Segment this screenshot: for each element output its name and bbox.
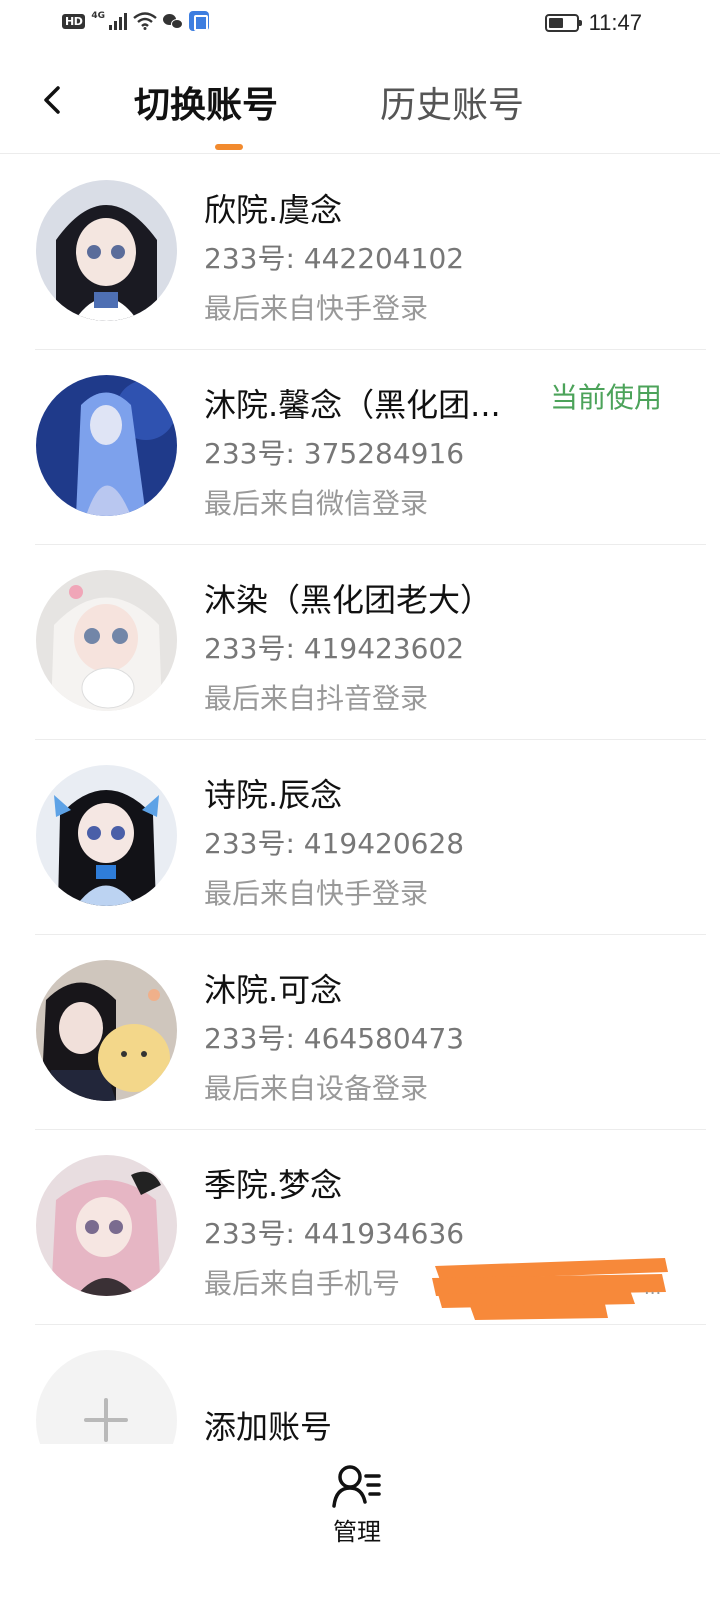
current-account-badge: 当前使用 bbox=[550, 381, 663, 414]
manage-button[interactable]: 管理 bbox=[312, 1464, 402, 1554]
avatar bbox=[36, 375, 177, 516]
account-id: 233号: 441934636 bbox=[204, 1217, 465, 1250]
wechat-notification-icon bbox=[163, 13, 183, 29]
redaction-ellipsis: ... bbox=[644, 1278, 661, 1299]
last-login-source: 最后来自快手登录 bbox=[204, 292, 429, 325]
tab-switch-account[interactable]: 切换账号 bbox=[134, 76, 278, 128]
last-login-source: 最后来自抖音登录 bbox=[204, 682, 429, 715]
avatar bbox=[36, 765, 177, 906]
add-account-label: 添加账号 bbox=[204, 1408, 333, 1446]
chevron-left-icon bbox=[44, 86, 60, 114]
last-login-source: 最后来自快手登录 bbox=[204, 877, 429, 910]
account-name: 诗院.辰念 bbox=[204, 776, 343, 814]
wifi-icon bbox=[133, 12, 157, 30]
plus-icon bbox=[84, 1398, 128, 1442]
account-row[interactable]: 欣院.虞念 233号: 442204102 最后来自快手登录 bbox=[0, 155, 720, 350]
manage-label: 管理 bbox=[333, 1518, 381, 1546]
user-manage-icon bbox=[332, 1465, 381, 1508]
redaction-scribble: ... bbox=[432, 1258, 668, 1320]
avatar bbox=[36, 180, 177, 321]
clock: 11:47 bbox=[588, 10, 642, 35]
app-notification-icon bbox=[189, 11, 209, 31]
status-icons-right: 11:47 bbox=[544, 10, 642, 36]
add-account-row[interactable]: 添加账号 bbox=[0, 1325, 720, 1491]
account-name: 沐院.可念 bbox=[204, 971, 343, 1009]
account-id: 233号: 419420628 bbox=[204, 827, 465, 860]
account-id: 233号: 442204102 bbox=[204, 242, 465, 275]
account-list: 欣院.虞念 233号: 442204102 最后来自快手登录 沐院.馨念（黑化团… bbox=[0, 155, 720, 1325]
avatar bbox=[36, 570, 177, 711]
account-name: 沐染（黑化团老大） bbox=[204, 581, 493, 619]
back-button[interactable] bbox=[36, 78, 70, 122]
account-id: 233号: 419423602 bbox=[204, 632, 465, 665]
last-login-source: 最后来自手机号 bbox=[204, 1267, 401, 1300]
avatar bbox=[36, 960, 177, 1101]
account-row[interactable]: 沐院.可念 233号: 464580473 最后来自设备登录 bbox=[0, 935, 720, 1130]
last-login-source: 最后来自微信登录 bbox=[204, 487, 429, 520]
account-name: 季院.梦念 bbox=[204, 1166, 343, 1204]
cellular-signal-icon: 4G bbox=[91, 12, 127, 30]
bottom-bar: 管理 bbox=[0, 1444, 720, 1600]
status-icons-left: HD 4G bbox=[62, 11, 209, 31]
header: 切换账号 历史账号 bbox=[0, 48, 720, 154]
account-name: 欣院.虞念 bbox=[204, 191, 343, 229]
hd-voice-icon: HD bbox=[62, 13, 86, 29]
account-row[interactable]: 诗院.辰念 233号: 419420628 最后来自快手登录 bbox=[0, 740, 720, 935]
tab-history-account[interactable]: 历史账号 bbox=[380, 76, 524, 128]
last-login-source: 最后来自设备登录 bbox=[204, 1072, 429, 1105]
status-bar: HD 4G 11:47 bbox=[0, 0, 720, 48]
network-type-label: 4G bbox=[91, 11, 105, 21]
account-id: 233号: 375284916 bbox=[204, 437, 465, 470]
account-row[interactable]: 沐院.馨念（黑化团... 当前使用 233号: 375284916 最后来自微信… bbox=[0, 350, 720, 545]
account-id: 233号: 464580473 bbox=[204, 1022, 465, 1055]
account-row[interactable]: 沐染（黑化团老大） 233号: 419423602 最后来自抖音登录 bbox=[0, 545, 720, 740]
active-tab-indicator bbox=[215, 144, 243, 150]
avatar bbox=[36, 1155, 177, 1296]
battery-icon bbox=[544, 14, 582, 32]
account-name: 沐院.馨念（黑化团... bbox=[204, 386, 501, 424]
